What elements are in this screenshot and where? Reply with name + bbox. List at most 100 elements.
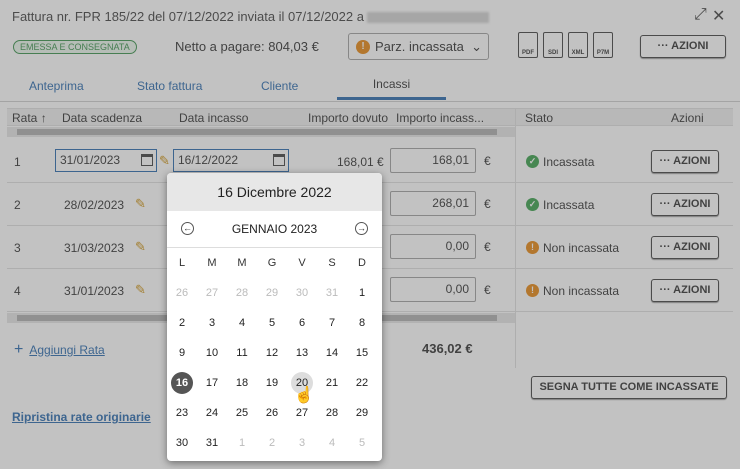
ripristina-link[interactable]: Ripristina rate originarie	[12, 410, 151, 424]
importo-dovuto: 168,01 €	[337, 155, 384, 169]
pencil-icon[interactable]: ✎	[135, 196, 146, 212]
calendar-day[interactable]: 28	[231, 282, 253, 304]
calendar-day[interactable]: 12	[261, 342, 283, 364]
calendar-day[interactable]: 1	[231, 432, 253, 454]
scrollbar-thumb[interactable]	[17, 129, 497, 135]
col-data-scadenza[interactable]: Data scadenza	[62, 111, 142, 125]
weekday-label: D	[358, 257, 366, 269]
close-icon[interactable]: ✕	[712, 6, 725, 26]
status-badge: EMESSA E CONSEGNATA	[13, 40, 137, 54]
warning-icon: !	[356, 40, 370, 54]
calendar-day[interactable]: 14	[321, 342, 343, 364]
calendar-day[interactable]: 4	[321, 432, 343, 454]
horizontal-scrollbar[interactable]	[7, 127, 515, 137]
tab-cliente[interactable]: Cliente	[261, 79, 298, 93]
calendar-day[interactable]: 5	[351, 432, 373, 454]
expand-icon[interactable]: ⤢	[694, 6, 707, 24]
calendar-day[interactable]: 16	[171, 372, 193, 394]
incasso-date-input[interactable]: 16/12/2022	[173, 149, 289, 172]
calendar-day[interactable]: 29	[351, 402, 373, 424]
tab-stato-fattura[interactable]: Stato fattura	[137, 79, 202, 93]
calendar-day[interactable]: 19	[261, 372, 283, 394]
calendar-day[interactable]: 4	[231, 312, 253, 334]
calendar-day[interactable]: 5	[261, 312, 283, 334]
warning-icon: !	[526, 284, 539, 297]
calendar-day[interactable]: 11	[231, 342, 253, 364]
calendar-day[interactable]: 26	[261, 402, 283, 424]
next-month-icon[interactable]: →	[355, 222, 368, 235]
tab-divider	[0, 101, 740, 102]
calendar-day[interactable]: 6	[291, 312, 313, 334]
col-importo-dovuto[interactable]: Importo dovuto	[308, 111, 388, 125]
calendar-day[interactable]: 28	[321, 402, 343, 424]
calendar-day[interactable]: 2	[261, 432, 283, 454]
weekday-label: M	[237, 257, 247, 269]
importo-incassato-input[interactable]: 0,00	[390, 277, 476, 302]
calendar-day[interactable]: 10	[201, 342, 223, 364]
col-stato[interactable]: Stato	[525, 111, 553, 125]
calendar-icon[interactable]	[141, 154, 153, 166]
calendar-day[interactable]: 24	[201, 402, 223, 424]
pdf-icon[interactable]: PDF	[518, 32, 538, 58]
rata-number: 2	[14, 198, 21, 212]
calendar-icon[interactable]	[273, 154, 285, 166]
calendar-day[interactable]: 3	[201, 312, 223, 334]
payment-status-select[interactable]: ! Parz. incassata ⌄	[348, 33, 489, 60]
window-title: Fattura nr. FPR 185/22 del 07/12/2022 in…	[12, 9, 489, 24]
importo-incassato-input[interactable]: 168,01	[390, 148, 476, 173]
azioni-button[interactable]: ··· AZIONI	[640, 35, 726, 58]
tab-incassi[interactable]: Incassi	[337, 70, 446, 100]
row-azioni-button[interactable]: ··· AZIONI	[651, 236, 719, 259]
calendar-day[interactable]: 18	[231, 372, 253, 394]
row-azioni-button[interactable]: ··· AZIONI	[651, 193, 719, 216]
calendar-day[interactable]: 30	[291, 282, 313, 304]
scadenza-date-input[interactable]: 31/01/2023	[55, 149, 157, 172]
scadenza-date: 31/03/2023	[64, 241, 125, 255]
p7m-icon[interactable]: P7M	[593, 32, 613, 58]
importo-incassato-input[interactable]: 268,01	[390, 191, 476, 216]
col-data-incasso[interactable]: Data incasso	[179, 111, 248, 125]
weekday-label: L	[178, 257, 186, 269]
calendar-day[interactable]: 27	[291, 402, 313, 424]
row-azioni-button[interactable]: ··· AZIONI	[651, 150, 719, 173]
calendar-day[interactable]: 27	[201, 282, 223, 304]
tab-anteprima[interactable]: Anteprima	[29, 79, 84, 93]
calendar-day[interactable]: 21	[321, 372, 343, 394]
calendar-day[interactable]: 26	[171, 282, 193, 304]
redacted-customer	[366, 12, 489, 24]
calendar-day[interactable]: 1	[351, 282, 373, 304]
calendar-day[interactable]: 17	[201, 372, 223, 394]
calendar-day[interactable]: 31	[321, 282, 343, 304]
calendar-day[interactable]: 29	[261, 282, 283, 304]
weekday-label: V	[298, 257, 306, 269]
calendar-day[interactable]: 3	[291, 432, 313, 454]
calendar-day[interactable]: 8	[351, 312, 373, 334]
invoice-window: Fattura nr. FPR 185/22 del 07/12/2022 in…	[0, 0, 740, 469]
calendar-day[interactable]: 30	[171, 432, 193, 454]
scadenza-date: 28/02/2023	[64, 198, 125, 212]
importo-incassato-input[interactable]: 0,00	[390, 234, 476, 259]
calendar-day[interactable]: 2	[171, 312, 193, 334]
warning-icon: !	[526, 241, 539, 254]
segna-tutte-button[interactable]: SEGNA TUTTE COME INCASSATE	[531, 376, 727, 399]
euro-sign: €	[484, 154, 491, 168]
rata-number: 3	[14, 241, 21, 255]
pencil-icon[interactable]: ✎	[135, 239, 146, 255]
row-azioni-button[interactable]: ··· AZIONI	[651, 279, 719, 302]
col-rata[interactable]: Rata ↑	[12, 111, 47, 125]
calendar-day[interactable]: 31	[201, 432, 223, 454]
pencil-icon[interactable]: ✎	[159, 153, 170, 169]
calendar-day[interactable]: 7	[321, 312, 343, 334]
sdi-icon[interactable]: SDI	[543, 32, 563, 58]
col-importo-incassato[interactable]: Importo incass...	[396, 111, 484, 125]
calendar-day[interactable]: 13	[291, 342, 313, 364]
plus-icon: +	[14, 341, 24, 358]
calendar-day[interactable]: 25	[231, 402, 253, 424]
xml-icon[interactable]: XML	[568, 32, 588, 58]
calendar-day[interactable]: 22	[351, 372, 373, 394]
calendar-day[interactable]: 23	[171, 402, 193, 424]
calendar-day[interactable]: 9	[171, 342, 193, 364]
pencil-icon[interactable]: ✎	[135, 282, 146, 298]
calendar-day[interactable]: 15	[351, 342, 373, 364]
add-rata-link[interactable]: + Aggiungi Rata	[14, 341, 105, 359]
